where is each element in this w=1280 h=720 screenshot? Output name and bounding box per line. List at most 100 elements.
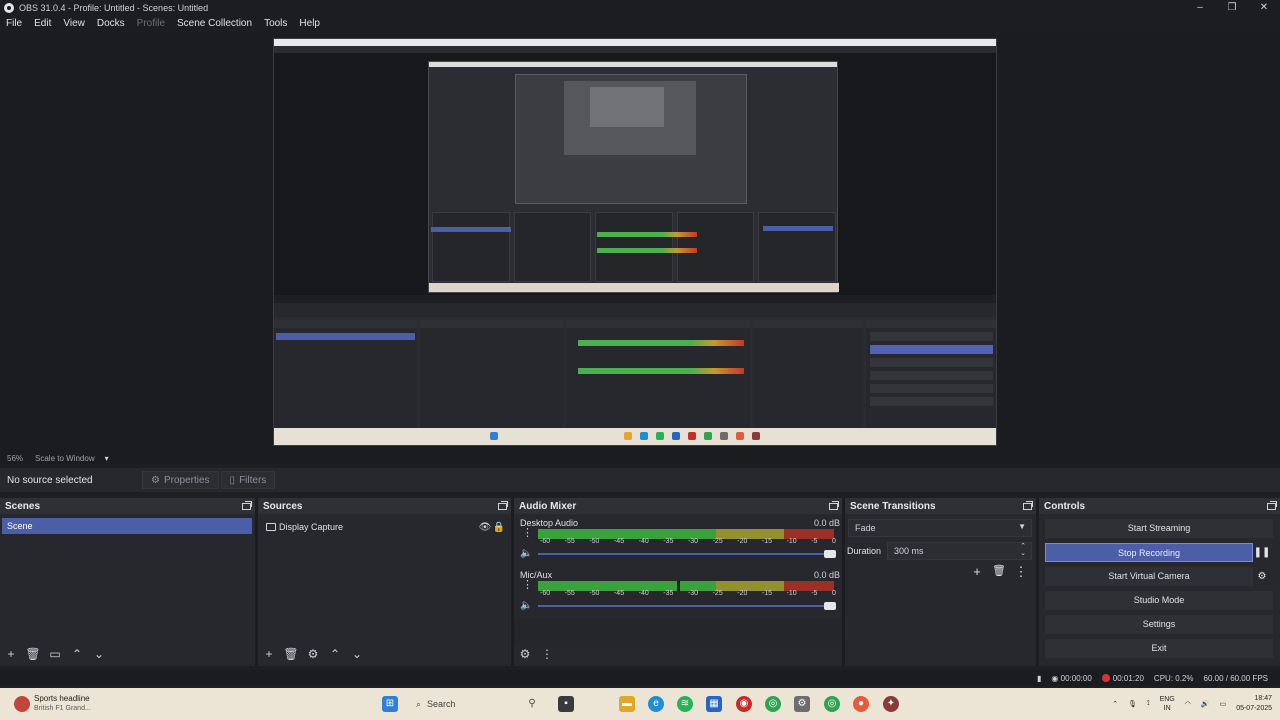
language-code: ENG (1159, 696, 1175, 703)
nested-panel (513, 212, 592, 282)
clock[interactable]: 18:47 05-07-2025 (1236, 694, 1272, 714)
volume-slider-handle[interactable] (824, 550, 836, 558)
transitions-title: Scene Transitions (850, 500, 936, 512)
wifi-icon[interactable]: ◠ (1185, 700, 1191, 708)
menu-docks[interactable]: Docks (91, 18, 131, 29)
kebab-menu-icon[interactable]: ⋮ (1010, 564, 1032, 580)
gear-icon[interactable]: ⚙ (1252, 567, 1272, 586)
tick-label: -35 (663, 538, 674, 545)
undock-icon[interactable] (498, 500, 508, 510)
undock-icon[interactable] (829, 500, 839, 510)
speaker-icon[interactable]: 🔈 (520, 548, 532, 559)
remove-scene-icon[interactable]: 🗑 (22, 647, 44, 661)
kebab-menu-icon[interactable]: ⋮ (522, 528, 533, 539)
audio-mixer-title: Audio Mixer (519, 500, 577, 512)
eye-icon[interactable]: 👁 (478, 522, 492, 533)
calendar-icon[interactable]: ▦ (706, 696, 722, 712)
news-widget[interactable]: Sports headline British F1 Grand... (14, 694, 134, 716)
spin-arrows-icon[interactable]: ⌃ ⌄ (1020, 543, 1026, 557)
add-source-icon[interactable]: + (258, 647, 280, 661)
speaker-icon[interactable]: 🔈 (520, 600, 532, 611)
bicycle-icon[interactable]: ⚲ (524, 696, 540, 712)
stop-recording-button[interactable]: Stop Recording (1045, 543, 1253, 562)
nested-dock-mixer (566, 320, 750, 428)
add-scene-icon[interactable]: + (0, 647, 22, 661)
start-streaming-button[interactable]: Start Streaming (1045, 519, 1273, 538)
start-virtual-camera-button[interactable]: Start Virtual Camera (1045, 567, 1253, 586)
menu-edit[interactable]: Edit (28, 18, 57, 29)
volume-icon[interactable]: 🔊 (1201, 700, 1210, 708)
chevron-down-icon: ▼ (1018, 522, 1026, 531)
menu-view[interactable]: View (57, 18, 91, 29)
transition-select[interactable]: Fade ▼ (848, 519, 1032, 537)
file-explorer-icon[interactable]: ▬ (619, 696, 635, 712)
scene-list-item[interactable]: Scene (2, 518, 252, 534)
kebab-menu-icon[interactable]: ⋮ (536, 647, 558, 661)
undock-icon[interactable] (1267, 500, 1277, 510)
scene-filters-icon[interactable]: ▭ (44, 647, 66, 661)
properties-button[interactable]: ⚙ Properties (142, 471, 219, 489)
search-placeholder: Search (427, 699, 456, 709)
settings-app-icon[interactable]: ⚙ (794, 696, 810, 712)
volume-slider[interactable] (538, 602, 836, 610)
add-transition-icon[interactable]: + (966, 564, 988, 580)
battery-icon[interactable]: ▭ (1220, 700, 1227, 708)
menu-tools[interactable]: Tools (258, 18, 293, 29)
firefox-icon[interactable]: ● (853, 696, 869, 712)
record-status: 00:01:20 (1101, 674, 1144, 683)
menu-scene-collection[interactable]: Scene Collection (171, 18, 258, 29)
taskbar-search[interactable]: ⌕ Search (408, 695, 508, 713)
source-list-item[interactable]: Display Capture 👁 🔒 (266, 520, 506, 534)
microphone-icon[interactable]: 🎙 (1128, 700, 1137, 708)
duration-value: 300 ms (894, 546, 924, 556)
filters-button-label: Filters (239, 474, 267, 486)
move-down-icon[interactable]: ⌄ (88, 647, 110, 661)
channel-db: 0.0 dB (813, 518, 840, 528)
transition-select-value: Fade (855, 523, 876, 533)
nested-control-selection (763, 226, 833, 231)
chevron-down-icon[interactable]: ▾ (105, 454, 109, 463)
lock-icon[interactable]: 🔒 (492, 522, 506, 533)
obs-taskbar-icon[interactable]: ◉ (736, 696, 752, 712)
chrome-icon[interactable]: ◎ (765, 696, 781, 712)
preview-canvas[interactable] (273, 38, 997, 446)
minimize-button[interactable]: – (1184, 0, 1216, 15)
volume-slider-handle[interactable] (824, 602, 836, 610)
language-indicator[interactable]: ENG IN (1160, 695, 1175, 713)
kebab-menu-icon[interactable]: ⋮ (522, 580, 533, 591)
remove-transition-icon[interactable]: 🗑 (988, 564, 1010, 580)
undock-icon[interactable] (242, 500, 252, 510)
source-label: Display Capture (279, 522, 344, 532)
settings-button[interactable]: Settings (1045, 615, 1273, 634)
volume-slider[interactable] (538, 550, 836, 558)
network-icon[interactable]: ⟟ (1147, 700, 1150, 708)
menu-file[interactable]: File (0, 18, 28, 29)
move-down-icon[interactable]: ⌄ (346, 647, 368, 661)
edge-icon[interactable]: e (648, 696, 664, 712)
tick-label: -50 (589, 590, 600, 597)
move-up-icon[interactable]: ⌃ (66, 647, 88, 661)
duration-spinbox[interactable]: 300 ms ⌃ ⌄ (887, 542, 1032, 560)
nested-taskbar-icon (720, 432, 728, 440)
move-up-icon[interactable]: ⌃ (324, 647, 346, 661)
menu-help[interactable]: Help (293, 18, 326, 29)
maximize-button[interactable]: ❐ (1216, 0, 1248, 15)
pause-recording-icon[interactable]: ❚❚ (1252, 543, 1272, 562)
exit-button[interactable]: Exit (1045, 639, 1273, 658)
task-view-icon[interactable]: ▪ (558, 696, 574, 712)
undock-icon[interactable] (1023, 500, 1033, 510)
chevron-up-icon[interactable]: ⌃ (1112, 700, 1118, 708)
language-region: IN (1163, 705, 1171, 712)
chrome-profile-icon[interactable]: ◎ (824, 696, 840, 712)
source-properties-icon[interactable]: ⚙ (302, 647, 324, 661)
app-icon[interactable]: ✦ (883, 696, 899, 712)
spotify-icon[interactable]: ≋ (677, 696, 693, 712)
filters-button[interactable]: ▯ Filters (220, 471, 276, 489)
remove-source-icon[interactable]: 🗑 (280, 647, 302, 661)
close-button[interactable]: ✕ (1248, 0, 1280, 15)
advanced-audio-icon[interactable]: ⚙ (514, 647, 536, 661)
window-title: OBS 31.0.4 - Profile: Untitled - Scenes:… (19, 2, 209, 13)
windows-start-icon[interactable]: ⊞ (382, 696, 398, 712)
studio-mode-button[interactable]: Studio Mode (1045, 591, 1273, 610)
scale-mode-select[interactable]: Scale to Window (35, 454, 95, 463)
